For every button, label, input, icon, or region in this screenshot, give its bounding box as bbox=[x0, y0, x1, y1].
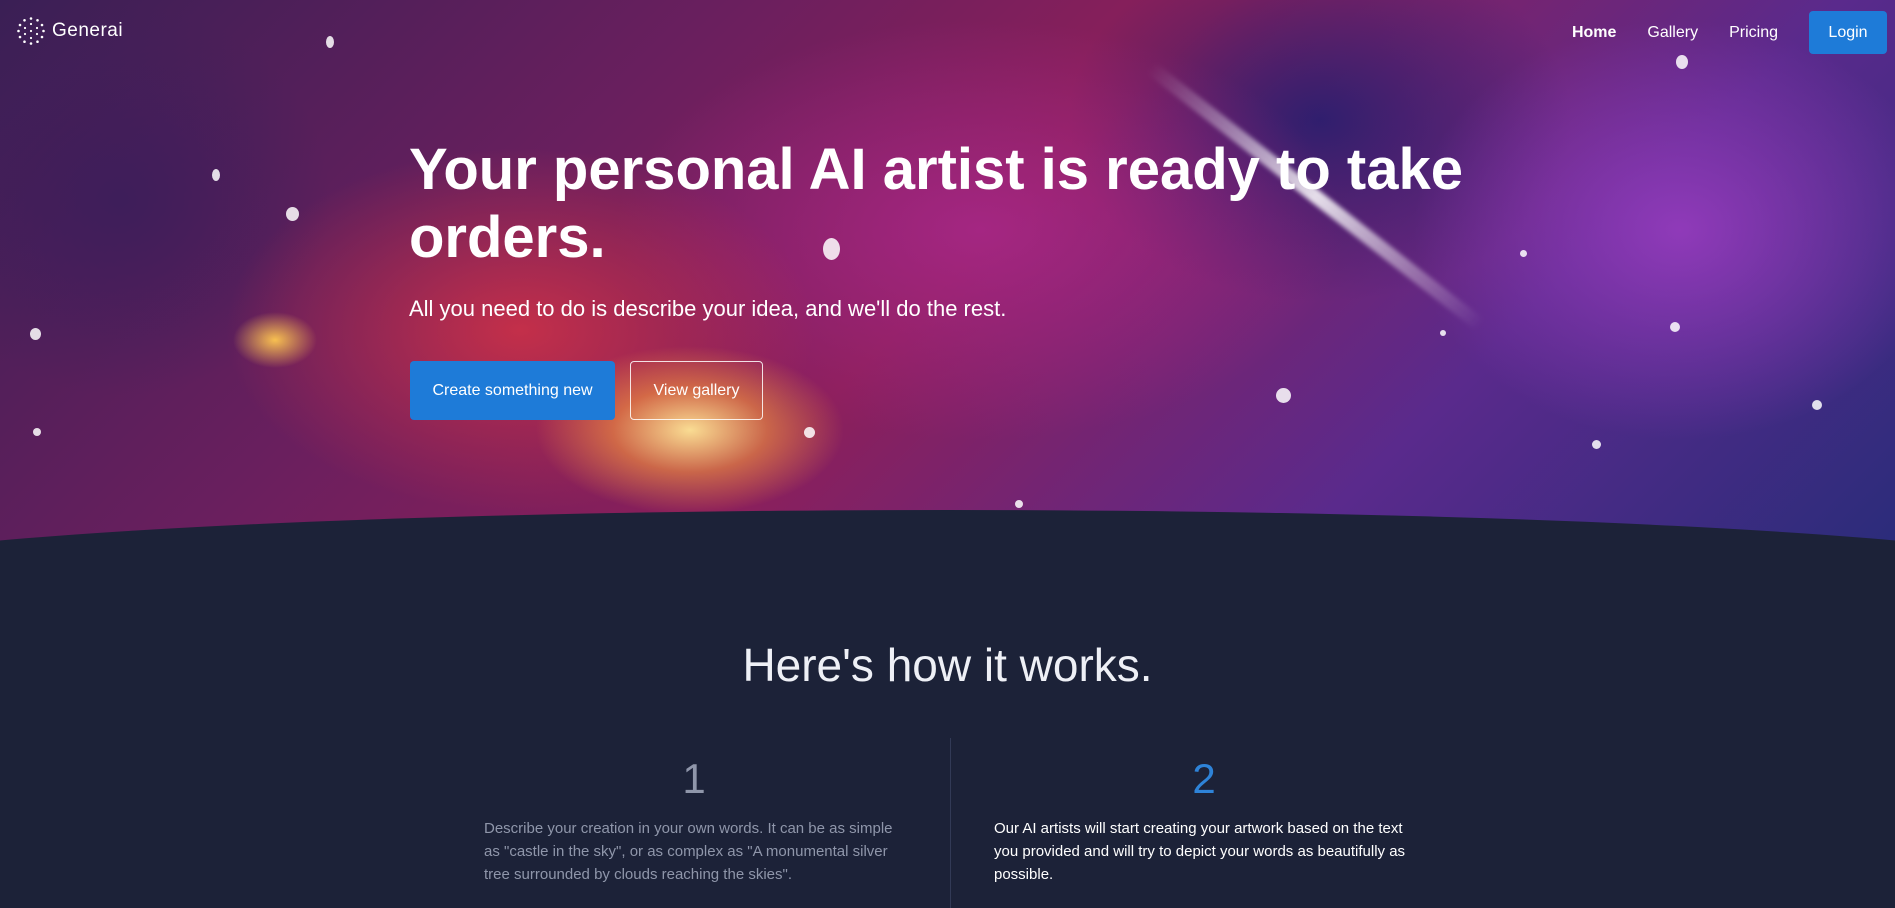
nav-links: Home Gallery Pricing Login bbox=[1572, 11, 1887, 54]
star bbox=[1812, 400, 1822, 410]
brand-name: Generai bbox=[52, 20, 124, 41]
star bbox=[1520, 250, 1527, 257]
how-it-works-title: Here's how it works. bbox=[742, 639, 1153, 691]
nav-pricing[interactable]: Pricing bbox=[1729, 24, 1778, 42]
login-button[interactable]: Login bbox=[1809, 11, 1887, 54]
nav-gallery[interactable]: Gallery bbox=[1647, 24, 1698, 42]
step-2: 2 Our AI artists will start creating you… bbox=[994, 755, 1414, 886]
step-description: Describe your creation in your own words… bbox=[484, 820, 893, 883]
nav-home[interactable]: Home bbox=[1572, 24, 1616, 42]
star bbox=[1276, 388, 1291, 403]
view-gallery-button[interactable]: View gallery bbox=[630, 361, 763, 420]
step-1: 1 Describe your creation in your own wor… bbox=[484, 755, 904, 886]
star bbox=[286, 207, 299, 221]
create-something-new-button[interactable]: Create something new bbox=[410, 361, 615, 420]
star bbox=[1440, 330, 1446, 336]
star bbox=[1670, 322, 1680, 332]
dotted-sphere-icon bbox=[17, 17, 45, 45]
star bbox=[30, 328, 41, 340]
step-number: 1 bbox=[682, 755, 706, 802]
top-navbar: Generai Home Gallery Pricing Login bbox=[0, 0, 1895, 64]
step-number: 2 bbox=[1192, 755, 1216, 802]
star bbox=[33, 428, 41, 436]
brand[interactable]: Generai bbox=[16, 16, 123, 46]
step-description: Our AI artists will start creating your … bbox=[994, 820, 1406, 883]
star bbox=[1015, 500, 1023, 508]
star bbox=[1592, 440, 1601, 449]
star bbox=[212, 169, 220, 181]
hero-headline: Your personal AI artist is ready to take… bbox=[409, 137, 1463, 270]
star bbox=[804, 427, 815, 438]
hero-background bbox=[0, 0, 1895, 560]
hero-subheadline: All you need to do is describe your idea… bbox=[409, 296, 1007, 321]
step-divider bbox=[950, 738, 951, 908]
hero-curve bbox=[0, 510, 1895, 560]
